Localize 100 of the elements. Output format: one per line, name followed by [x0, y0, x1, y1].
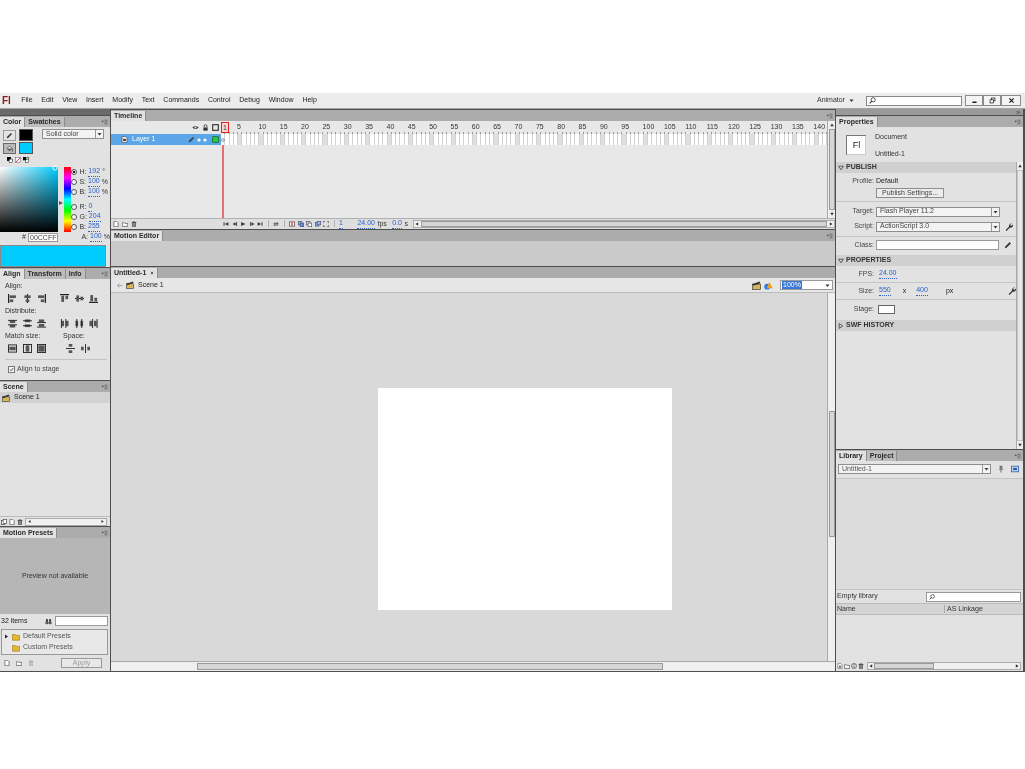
step-back-icon[interactable] — [231, 221, 238, 227]
trash-icon[interactable] — [858, 663, 864, 669]
new-folder-icon[interactable] — [122, 221, 128, 227]
document-icon: Fl — [846, 134, 866, 155]
align-vertical-center-icon[interactable] — [74, 294, 84, 303]
minimize-button[interactable] — [965, 95, 983, 106]
scroll-right-icon[interactable] — [828, 221, 834, 227]
last-frame-icon[interactable] — [257, 221, 263, 227]
new-folder-icon[interactable] — [844, 663, 850, 669]
scrollbar-thumb[interactable] — [828, 129, 835, 210]
close-button[interactable] — [1001, 95, 1021, 106]
lock-icon[interactable] — [202, 124, 209, 131]
radio-button[interactable] — [71, 214, 78, 220]
wrench-icon[interactable] — [1005, 222, 1013, 231]
align-bottom-icon[interactable] — [89, 294, 98, 303]
radio-button[interactable] — [71, 224, 78, 230]
radio-button[interactable] — [71, 179, 78, 185]
restore-icon — [988, 97, 996, 104]
stroke-color-button[interactable] — [3, 129, 16, 141]
new-library-icon[interactable] — [1011, 465, 1019, 473]
new-folder-icon[interactable] — [16, 660, 22, 666]
onion-skin-icon[interactable] — [297, 221, 304, 227]
eye-icon[interactable] — [192, 124, 199, 131]
align-left-icon[interactable] — [8, 294, 17, 303]
info-icon[interactable] — [851, 663, 857, 669]
scroll-left-icon[interactable] — [414, 221, 420, 227]
distribute-vertical-center-icon[interactable] — [22, 319, 32, 328]
markers-icon[interactable] — [323, 221, 329, 227]
align-horizontal-center-icon[interactable] — [22, 294, 32, 303]
scrollbar-thumb[interactable] — [197, 663, 663, 670]
edit-multiple-frames-icon[interactable] — [314, 221, 321, 227]
collapsed-arrow-icon[interactable] — [4, 634, 9, 639]
layer-color-icon[interactable] — [212, 136, 219, 143]
scrollbar-thumb[interactable] — [1017, 170, 1023, 441]
pin-icon[interactable] — [997, 465, 1005, 473]
scroll-right-icon[interactable] — [1014, 663, 1020, 669]
checkbox[interactable] — [8, 365, 15, 373]
horizontal-scrollbar[interactable] — [111, 661, 835, 671]
search-field[interactable] — [866, 95, 962, 106]
pencil-icon[interactable] — [1004, 241, 1012, 249]
new-page-icon[interactable] — [4, 660, 10, 666]
stage-color-swatch-icon[interactable] — [878, 304, 895, 314]
expanded-arrow-icon — [838, 257, 844, 264]
dot-icon[interactable] — [197, 137, 201, 142]
no-color-icon[interactable] — [15, 157, 21, 163]
match-height-icon[interactable] — [22, 344, 32, 353]
space-vertically-icon[interactable] — [66, 344, 75, 353]
vertical-scrollbar[interactable] — [1016, 162, 1023, 449]
play-icon[interactable] — [240, 221, 246, 227]
wrench-icon[interactable] — [1008, 287, 1016, 295]
vertical-scrollbar[interactable] — [827, 121, 835, 218]
distribute-horizontal-center-icon[interactable] — [74, 319, 84, 328]
app-logo: Fl — [2, 94, 11, 107]
trash-icon[interactable] — [17, 518, 23, 525]
search-field[interactable] — [55, 616, 108, 626]
distribute-left-icon[interactable] — [60, 319, 69, 328]
match-width-and-height-icon[interactable] — [37, 344, 46, 353]
clapperboard-icon[interactable] — [752, 280, 761, 290]
layer-icon — [121, 136, 128, 143]
keyframe-icon[interactable] — [221, 137, 225, 142]
radio-button[interactable] — [71, 189, 78, 195]
onion-outline-icon[interactable] — [306, 221, 312, 227]
vertical-scrollbar[interactable] — [827, 293, 835, 661]
match-width-icon[interactable] — [8, 344, 17, 353]
restore-button[interactable] — [983, 95, 1001, 106]
duplicate-icon[interactable] — [1, 518, 7, 525]
default-colors-icon[interactable] — [7, 157, 13, 163]
align-right-icon[interactable] — [37, 294, 46, 303]
scrollbar-thumb[interactable] — [828, 411, 835, 537]
step-forward-icon[interactable] — [248, 221, 255, 227]
color-swatch-icon[interactable] — [19, 142, 33, 154]
scrollbar-thumb[interactable] — [421, 221, 827, 227]
first-frame-icon[interactable] — [223, 221, 229, 227]
search-field[interactable] — [926, 591, 1021, 602]
align-top-icon[interactable] — [60, 294, 69, 303]
new-page-icon[interactable] — [113, 221, 119, 227]
outline-icon[interactable] — [212, 124, 219, 131]
center-frame-icon[interactable] — [289, 221, 295, 227]
fill-color-button[interactable] — [3, 142, 16, 154]
hue-slider[interactable] — [59, 167, 70, 232]
color-swatch-icon[interactable] — [19, 129, 33, 141]
radio-button[interactable] — [71, 204, 78, 210]
new-page-icon[interactable] — [9, 518, 15, 525]
scrollbar-thumb[interactable] — [874, 663, 934, 669]
new-symbol-icon[interactable] — [837, 663, 843, 669]
color-marker-icon — [52, 165, 58, 171]
trash-icon[interactable] — [131, 221, 137, 227]
swap-colors-icon[interactable] — [23, 157, 29, 163]
distribute-top-icon[interactable] — [8, 319, 17, 328]
class-input-field[interactable] — [876, 240, 999, 250]
horizontal-scrollbar[interactable] — [867, 662, 1021, 670]
distribute-bottom-icon[interactable] — [37, 319, 46, 328]
radio-button[interactable] — [71, 169, 78, 175]
color-spectrum[interactable] — [0, 167, 58, 232]
scroll-left-icon[interactable] — [868, 663, 874, 669]
dot-icon[interactable] — [203, 137, 207, 142]
loop-icon[interactable] — [273, 221, 279, 227]
space-horizontally-icon[interactable] — [80, 344, 90, 353]
distribute-right-icon[interactable] — [89, 319, 98, 328]
horizontal-scrollbar[interactable] — [413, 220, 835, 228]
